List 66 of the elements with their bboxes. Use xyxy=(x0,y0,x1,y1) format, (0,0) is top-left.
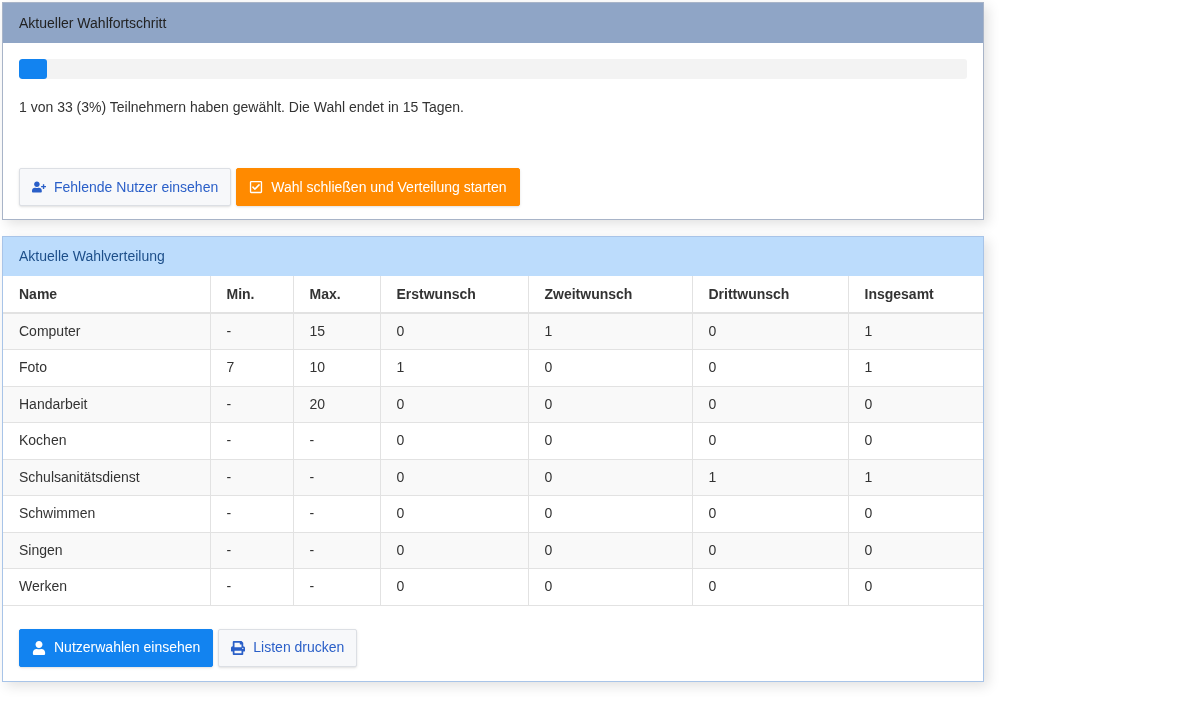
table-cell: 0 xyxy=(528,349,692,386)
table-cell: 0 xyxy=(692,386,848,423)
action-button[interactable]: Fehlende Nutzer einsehen xyxy=(19,168,232,206)
table-cell: 1 xyxy=(848,313,983,350)
table-cell: - xyxy=(293,495,380,532)
table-cell: 0 xyxy=(848,495,983,532)
printer-icon xyxy=(231,640,246,655)
progress-summary: 1 von 33 (3%) Teilnehmern haben gewählt. Die Wahl endet in 15 Tagen. xyxy=(19,98,465,117)
table-cell: 0 xyxy=(848,532,983,569)
table-cell: Handarbeit xyxy=(3,386,210,423)
table-cell: 1 xyxy=(692,459,848,496)
table-cell: 0 xyxy=(692,568,848,605)
panel-title: Aktueller Wahlfortschritt xyxy=(19,13,167,33)
table-cell: Kochen xyxy=(3,422,210,459)
table-cell: 0 xyxy=(380,459,528,496)
table-cell: - xyxy=(293,568,380,605)
table-cell: 1 xyxy=(848,459,983,496)
table-cell: Schulsanitätsdienst xyxy=(3,459,210,496)
table-cell: 7 xyxy=(210,349,293,386)
table-cell: - xyxy=(293,459,380,496)
table-cell: Computer xyxy=(3,313,210,350)
table-cell: 0 xyxy=(692,349,848,386)
table-cell: 0 xyxy=(848,386,983,423)
table-cell: 0 xyxy=(380,386,528,423)
user-icon xyxy=(32,640,46,655)
table-cell: - xyxy=(210,568,293,605)
table-cell: 0 xyxy=(380,313,528,350)
table-cell: Foto xyxy=(3,349,210,386)
table-cell: 1 xyxy=(528,313,692,350)
table-cell: 0 xyxy=(528,386,692,423)
table-cell: - xyxy=(210,313,293,350)
table-cell: Werken xyxy=(3,568,210,605)
table-cell: 15 xyxy=(293,313,380,350)
table-cell: 0 xyxy=(692,313,848,350)
table-cell: 1 xyxy=(380,349,528,386)
table-cell: - xyxy=(210,495,293,532)
table-cell: 0 xyxy=(528,422,692,459)
action-button[interactable]: Nutzerwahlen einsehen xyxy=(19,628,214,667)
table-cell: Schwimmen xyxy=(3,495,210,532)
table-cell: 0 xyxy=(692,532,848,569)
table-cell: 0 xyxy=(380,495,528,532)
table-cell: 0 xyxy=(528,532,692,569)
table-cell: 20 xyxy=(293,386,380,423)
table-cell: 0 xyxy=(528,495,692,532)
table-cell: - xyxy=(293,422,380,459)
table-cell: 10 xyxy=(293,349,380,386)
table-cell: 0 xyxy=(692,495,848,532)
table-cell: - xyxy=(210,459,293,496)
table-cell: 0 xyxy=(380,532,528,569)
table-cell: - xyxy=(210,532,293,569)
table-cell: 1 xyxy=(848,349,983,386)
action-button[interactable]: Listen drucken xyxy=(218,628,358,667)
table-cell: - xyxy=(210,422,293,459)
checkbox-icon xyxy=(249,180,264,194)
table-cell: - xyxy=(210,386,293,423)
panel-title: Aktuelle Wahlverteilung xyxy=(19,247,165,266)
table-cell: 0 xyxy=(380,568,528,605)
table-cell: 0 xyxy=(848,422,983,459)
table-cell: 0 xyxy=(692,422,848,459)
table-cell: 0 xyxy=(848,568,983,605)
table-cell: 0 xyxy=(528,568,692,605)
user-plus-icon xyxy=(32,180,46,194)
table-cell: 0 xyxy=(528,459,692,496)
table-cell: 0 xyxy=(380,422,528,459)
table-cell: - xyxy=(293,532,380,569)
table-cell: Singen xyxy=(3,532,210,569)
